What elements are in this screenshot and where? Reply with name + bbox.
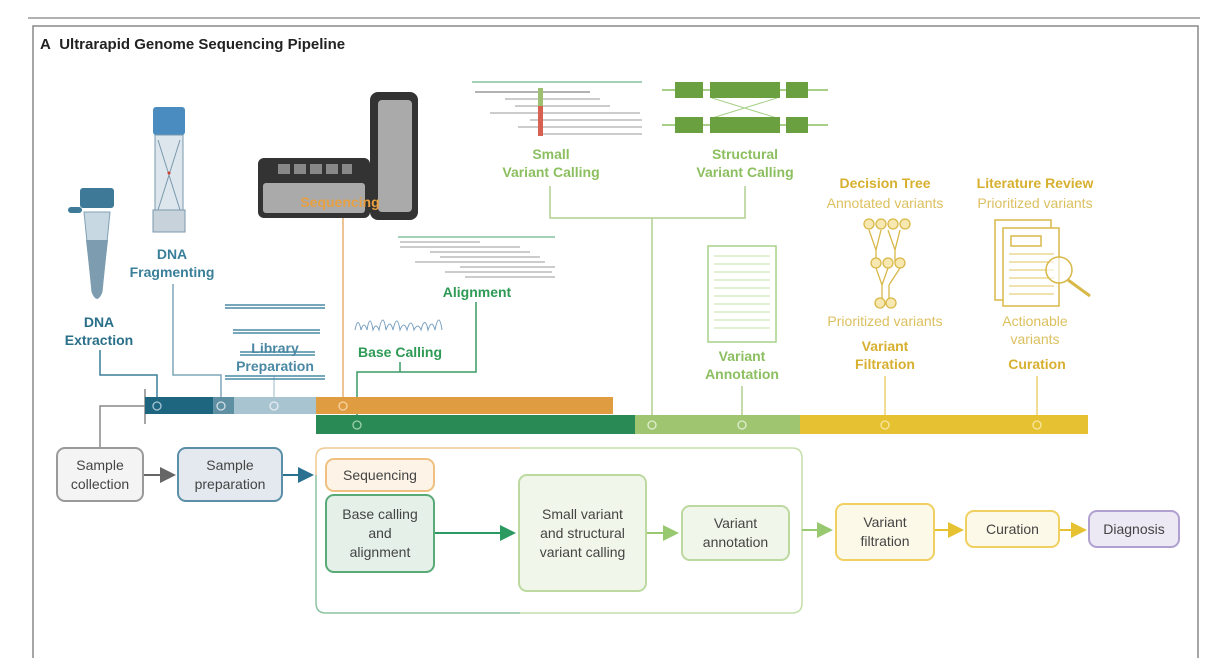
decision-tree-icon (863, 218, 911, 309)
literature-magnifier-icon (994, 219, 1091, 307)
label-base-calling: Base Calling (357, 344, 443, 360)
label-alignment: Alignment (442, 284, 512, 300)
label-literature-review: Literature Review (976, 175, 1094, 191)
panel-letter: A (40, 36, 51, 53)
label-structural-variant-calling: Structural Variant Calling (696, 146, 794, 180)
box-variant-filtration: Variant filtration (835, 503, 935, 561)
label-dna-fragmenting: DNA Fragmenting (129, 246, 215, 280)
label-annotated-variants: Annotated variants (826, 195, 944, 211)
bar-dna-extraction (145, 397, 213, 414)
sample-tube-icon (68, 188, 114, 299)
label-actionable-variants: Actionable variants (1002, 313, 1068, 347)
box-variant-annotation: Variant annotation (681, 505, 790, 561)
bar-fragmenting (213, 397, 234, 414)
bar-filtration-curation (800, 415, 1088, 434)
panel-title: A Ultrarapid Genome Sequencing Pipeline (40, 36, 345, 53)
structural-variant-icon (662, 82, 828, 133)
chromatogram-icon (354, 319, 443, 332)
box-base-calling-alignment: Base calling and alignment (325, 494, 435, 573)
label-variant-filtration: Variant Filtration (855, 338, 915, 372)
box-variant-calling: Small variant and structural variant cal… (518, 474, 647, 592)
box-sequencing: Sequencing (325, 458, 435, 492)
label-prioritized-variants-in: Prioritized variants (977, 195, 1093, 211)
label-variant-annotation: Variant Annotation (705, 348, 779, 382)
bar-variant-calling-annotation (635, 415, 800, 434)
box-diagnosis: Diagnosis (1088, 510, 1180, 548)
label-library-preparation: Library Preparation (236, 340, 314, 374)
label-curation: Curation (1008, 356, 1066, 372)
bar-library-prep (234, 397, 316, 414)
box-sample-preparation: Sample preparation (177, 447, 283, 502)
bar-base-calling-alignment (316, 415, 635, 434)
label-dna-extraction: DNA Extraction (64, 314, 134, 348)
timeline-bars (145, 397, 1088, 434)
label-decision-tree: Decision Tree (839, 175, 931, 191)
label-prioritized-variants-out: Prioritized variants (827, 313, 943, 329)
box-curation: Curation (965, 510, 1060, 548)
fragmenting-tube-icon (152, 107, 186, 233)
box-sample-collection: Sample collection (56, 447, 144, 502)
bar-sequencing (316, 397, 613, 414)
panel-title-text: Ultrarapid Genome Sequencing Pipeline (59, 36, 346, 53)
label-small-variant-calling: Small Variant Calling (502, 146, 600, 180)
label-sequencing: Sequencing (300, 194, 380, 210)
annotation-document-icon (707, 245, 777, 343)
